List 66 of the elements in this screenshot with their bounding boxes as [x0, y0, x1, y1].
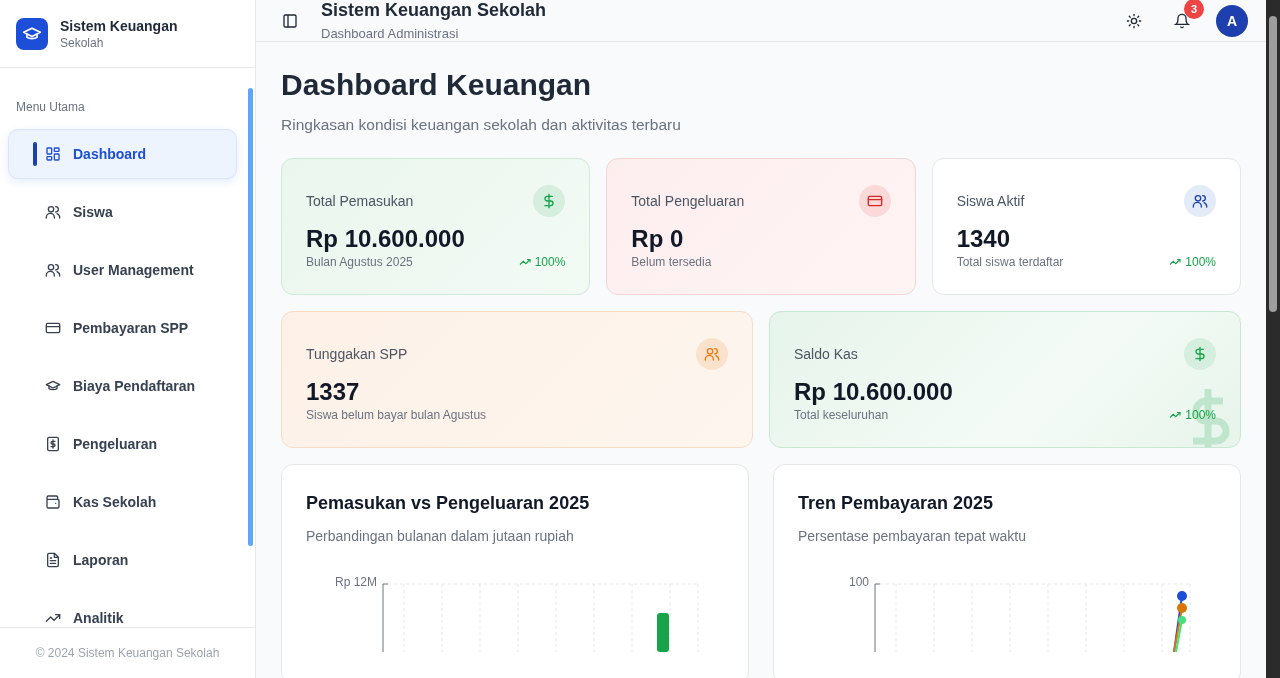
credit-card-icon [45, 320, 61, 336]
page-subtitle: Ringkasan kondisi keuangan sekolah dan aktivitas terbaru [281, 116, 682, 134]
dollar-receipt-icon [45, 436, 61, 452]
stat-value: 1340 [956, 225, 1012, 253]
notification-badge: 3 [1184, 0, 1204, 19]
y-axis-tick-label: Rp 12M [333, 576, 378, 588]
stat-note: Siswa belum bayar bulan Agustus [306, 408, 487, 422]
grid-icon [45, 146, 61, 162]
stat-value: Rp 0 [631, 225, 685, 253]
users-icon [45, 204, 61, 220]
y-axis [874, 583, 881, 652]
document-icon [45, 552, 61, 568]
users-icon [45, 262, 61, 278]
nav-item[interactable]: Pembayaran SPP [8, 303, 237, 353]
header-title: Sistem Keuangan Sekolah [321, 0, 547, 21]
chart-subtitle: Persentase pembayaran tepat waktu [798, 528, 1028, 544]
data-point [1177, 591, 1187, 601]
graduation-cap-logo-icon [16, 17, 48, 50]
stat-label: Total Pengeluaran [631, 193, 745, 209]
stat-note: Total keseluruhan [794, 408, 889, 422]
users-icon [1184, 185, 1216, 217]
trend-value: 100% [534, 255, 566, 269]
stat-label: Total Pemasukan [306, 193, 414, 209]
data-point [1178, 616, 1186, 624]
dollar-icon [1184, 338, 1216, 370]
trend-value: 100% [1185, 408, 1216, 422]
copyright-text: © 2024 Sistem Keuangan Sekolah [0, 627, 255, 678]
stat-value: Rp 10.600.000 [306, 225, 466, 253]
trend-up-icon [1169, 409, 1182, 421]
stat-value: 1337 [306, 378, 361, 406]
nav-item[interactable]: Laporan [8, 535, 237, 585]
stat-value: Rp 10.600.000 [794, 378, 954, 406]
stat-label: Tunggakan SPP [306, 346, 408, 362]
section-label: Menu Utama [15, 100, 86, 114]
header-subtitle: Dashboard Administrasi [321, 26, 460, 41]
stat-note: Bulan Agustus 2025 [306, 255, 413, 269]
user-avatar[interactable]: A [1216, 4, 1248, 37]
app-title: Sistem Keuangan [60, 17, 178, 34]
nav-item[interactable]: Siswa [8, 187, 237, 237]
nav-item[interactable]: Dashboard [8, 129, 237, 179]
credit-card-icon [858, 185, 891, 217]
trend-up-icon [518, 256, 531, 268]
trend-up-icon [1169, 256, 1182, 268]
trend-value: 100% [1185, 255, 1216, 269]
stat-label: Saldo Kas [794, 346, 858, 362]
nav-item[interactable]: Analitik [8, 593, 237, 627]
nav-item[interactable]: Pengeluaran [8, 419, 237, 469]
nav-item[interactable]: Kas Sekolah [8, 477, 237, 527]
nav-item[interactable]: Biaya Pendaftaran [8, 361, 237, 411]
chart-title: Pemasukan vs Pengeluaran 2025 [306, 493, 591, 514]
chart-subtitle: Perbandingan bulanan dalam jutaan rupiah [306, 528, 575, 544]
dollar-icon [533, 185, 566, 217]
stat-note: Total siswa terdaftar [956, 255, 1064, 269]
users-icon [696, 338, 728, 370]
bar [657, 613, 669, 652]
nav-item[interactable]: User Management [8, 245, 237, 295]
chart-title: Tren Pembayaran 2025 [798, 493, 995, 514]
page-scrollbar[interactable] [1266, 0, 1280, 678]
stat-label: Siswa Aktif [956, 193, 1025, 209]
wallet-icon [45, 494, 61, 510]
app-subtitle: Sekolah [60, 35, 105, 50]
y-axis [382, 583, 389, 652]
data-point [1177, 603, 1187, 613]
page-title: Dashboard Keuangan [281, 68, 593, 102]
y-axis-tick-label: 100 [847, 576, 870, 588]
stat-note: Belum tersedia [631, 255, 712, 269]
